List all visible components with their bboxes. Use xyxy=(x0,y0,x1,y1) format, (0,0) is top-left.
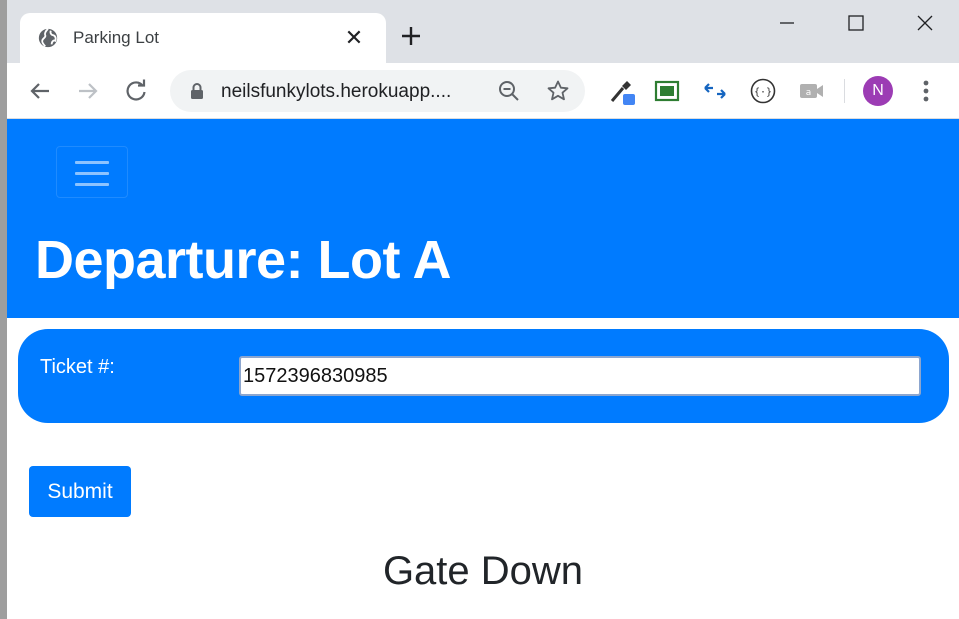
maximize-icon[interactable] xyxy=(841,8,871,38)
gate-status: Gate Down xyxy=(382,549,584,593)
camera-icon[interactable]: a xyxy=(797,77,825,105)
more-menu-icon[interactable] xyxy=(912,76,940,106)
arrows-icon[interactable] xyxy=(701,77,729,105)
tab-parking-lot[interactable]: Parking Lot ✕ xyxy=(20,13,386,63)
back-arrow-icon[interactable] xyxy=(25,76,55,106)
globe-icon xyxy=(38,28,58,48)
browser-title-bar: Parking Lot ✕ xyxy=(7,0,959,63)
tab-close-icon[interactable]: ✕ xyxy=(342,24,366,52)
minimize-icon[interactable] xyxy=(772,8,802,38)
close-icon[interactable] xyxy=(910,8,940,38)
page-title: Departure: Lot A xyxy=(35,230,452,290)
tab-title: Parking Lot xyxy=(73,28,159,47)
lock-icon[interactable] xyxy=(188,82,206,100)
ticket-label: Ticket #: xyxy=(40,356,115,378)
hamburger-icon xyxy=(75,183,109,186)
navbar-toggle-button[interactable] xyxy=(56,146,128,198)
forward-arrow-icon[interactable] xyxy=(73,76,103,106)
svg-text:{·}: {·} xyxy=(754,87,772,98)
reload-icon[interactable] xyxy=(121,76,151,106)
submit-button[interactable]: Submit xyxy=(29,466,131,517)
bookmark-star-icon[interactable] xyxy=(546,79,570,103)
json-icon[interactable]: {·} xyxy=(749,77,777,105)
toolbar-divider xyxy=(844,79,845,103)
hamburger-icon xyxy=(75,172,109,175)
ticket-input[interactable] xyxy=(239,356,921,396)
svg-text:a: a xyxy=(806,88,812,98)
header-banner: Departure: Lot A xyxy=(7,119,959,318)
zoom-out-icon[interactable] xyxy=(497,79,521,103)
hamburger-icon xyxy=(75,161,109,164)
address-bar[interactable]: neilsfunkylots.herokuapp.... xyxy=(170,70,585,112)
page-content: Departure: Lot A Ticket #: Submit Gate D… xyxy=(7,119,959,619)
ticket-form-panel: Ticket #: xyxy=(18,329,949,423)
eyedropper-icon[interactable] xyxy=(608,77,636,105)
profile-avatar[interactable]: N xyxy=(863,76,893,106)
browser-toolbar: neilsfunkylots.herokuapp.... {·} a N xyxy=(7,63,959,119)
url-text: neilsfunkylots.herokuapp.... xyxy=(221,81,452,102)
window-left-edge xyxy=(0,0,7,619)
screenshot-icon[interactable] xyxy=(653,77,681,105)
new-tab-button[interactable] xyxy=(397,22,425,50)
